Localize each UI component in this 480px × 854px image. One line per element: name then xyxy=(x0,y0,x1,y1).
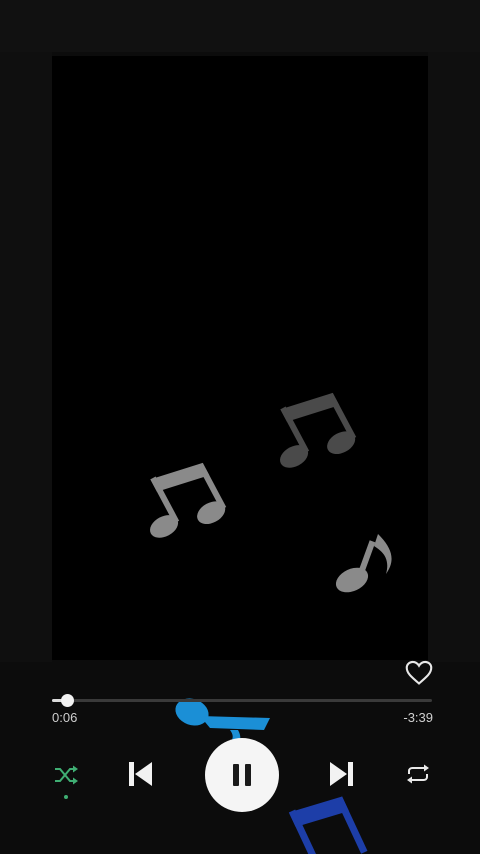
progress-thumb[interactable] xyxy=(61,694,75,707)
shuffle-active-dot xyxy=(64,795,68,799)
repeat-button[interactable] xyxy=(402,761,434,787)
repeat-icon xyxy=(407,764,429,784)
navy-note xyxy=(288,796,368,854)
remaining-time: -3:39 xyxy=(403,710,433,725)
skip-previous-icon xyxy=(129,762,152,786)
video-canvas[interactable] xyxy=(52,56,428,660)
pause-icon xyxy=(233,764,251,786)
heart-outline-icon xyxy=(405,660,433,685)
play-pause-button[interactable] xyxy=(205,738,279,812)
progress-track xyxy=(52,699,432,702)
previous-button[interactable] xyxy=(122,756,158,792)
elapsed-time: 0:06 xyxy=(52,710,78,725)
side-panel-right xyxy=(428,52,480,662)
next-button[interactable] xyxy=(324,756,360,792)
progress-bar[interactable] xyxy=(52,694,432,707)
like-button[interactable] xyxy=(404,658,434,688)
shuffle-icon xyxy=(55,765,78,785)
shuffle-button[interactable] xyxy=(50,762,82,788)
status-bar xyxy=(0,0,480,52)
side-panel-left xyxy=(0,52,52,662)
skip-next-icon xyxy=(330,762,353,786)
